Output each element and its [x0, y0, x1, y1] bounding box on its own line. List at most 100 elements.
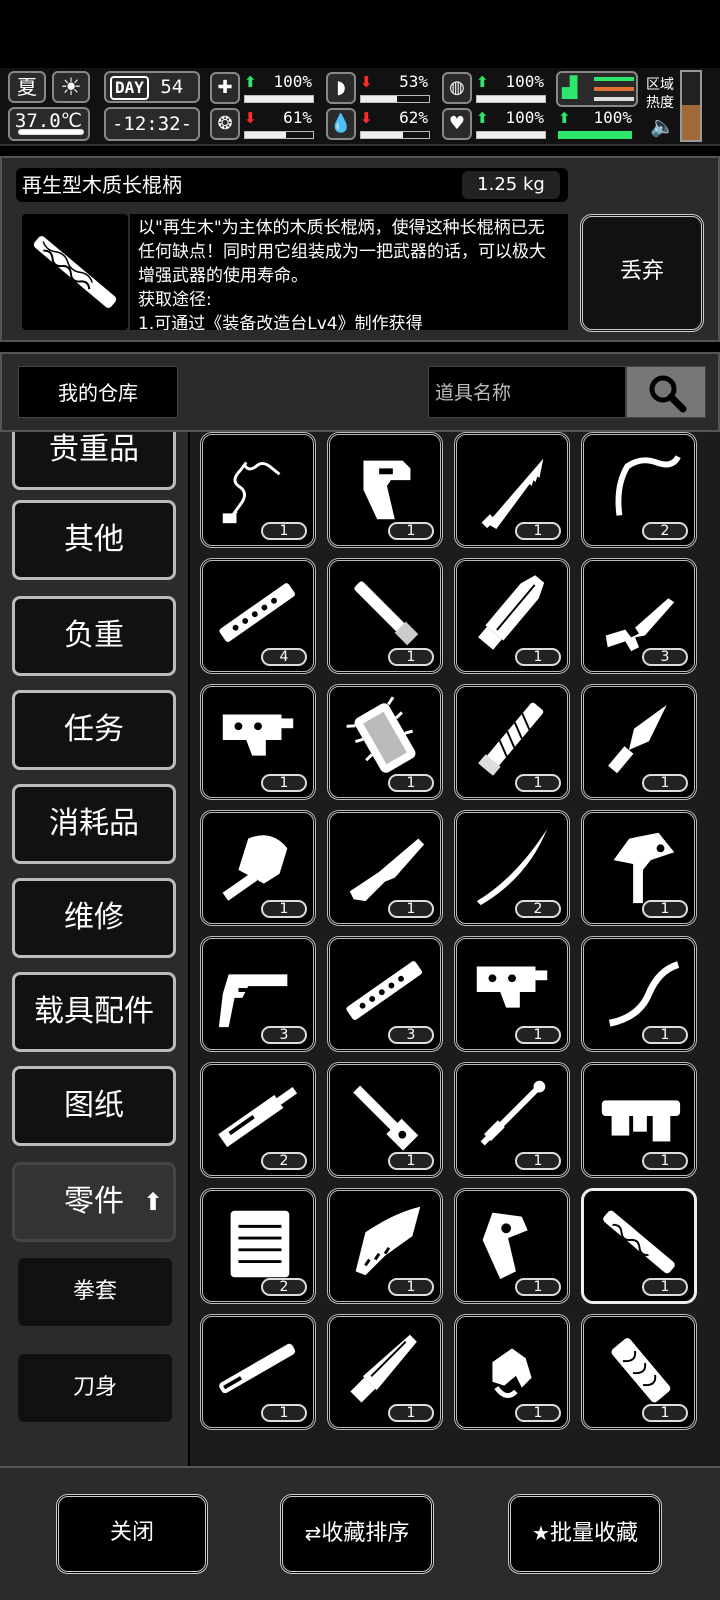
- inventory-slot[interactable]: 1: [200, 810, 316, 926]
- item-source-label: 获取途径:: [138, 290, 212, 310]
- short-pole-icon: [354, 581, 419, 646]
- inventory-slot[interactable]: 1: [454, 1062, 570, 1178]
- category-7[interactable]: 图纸: [12, 1066, 176, 1146]
- category-label: 维修: [64, 900, 124, 935]
- heart-icon: ♥: [442, 108, 472, 140]
- region-heat-bar: [680, 70, 702, 142]
- inventory-slot[interactable]: 3: [327, 936, 443, 1052]
- item-count-badge: 1: [388, 1278, 434, 1296]
- perforated-rail-icon: [346, 961, 422, 1020]
- file-tray-icon: [230, 1210, 290, 1278]
- inventory-slot[interactable]: 1: [200, 684, 316, 800]
- batch-favorite-label: 批量收藏: [549, 1521, 638, 1546]
- inventory-slot[interactable]: 1: [327, 432, 443, 548]
- dagger-blade-icon: [608, 705, 667, 774]
- shotgun-stock-icon: [349, 838, 425, 902]
- inventory-slot[interactable]: 1: [581, 1062, 697, 1178]
- inventory-slot[interactable]: 2: [200, 1062, 316, 1178]
- batch-favorite-button[interactable]: ★批量收藏: [508, 1494, 662, 1574]
- inventory-slot[interactable]: 1: [581, 936, 697, 1052]
- item-preview-image: [22, 214, 128, 330]
- stat-value: 53%: [399, 72, 428, 91]
- category-sidebar: 贵重品其他负重任务消耗品维修载具配件图纸零件 ⬆ 拳套刀身: [0, 432, 188, 1466]
- discard-button[interactable]: 丢弃: [580, 214, 704, 332]
- arrow-down-icon: ⬇: [244, 109, 257, 127]
- item-count-badge: 1: [261, 1404, 307, 1422]
- vital-stat: ◍ ⬆ 100%: [442, 72, 552, 106]
- inventory-slot[interactable]: 2: [581, 432, 697, 548]
- trigger-icon: [492, 1348, 532, 1398]
- item-count-badge: 1: [261, 522, 307, 540]
- inventory-slot[interactable]: 1: [454, 432, 570, 548]
- favorite-sort-button[interactable]: ⇄收藏排序: [280, 1494, 434, 1574]
- stat-value: 100%: [505, 72, 544, 91]
- item-description: 以"再生木"为主体的木质长棍炳，使得这种长棍柄已无任何缺点！同时用它组装成为一把…: [130, 214, 568, 330]
- inventory-slot[interactable]: 1: [327, 558, 443, 674]
- item-count-badge: 1: [642, 774, 688, 792]
- search-input[interactable]: 道具名称: [428, 366, 626, 418]
- thermometer-icon: [18, 129, 84, 135]
- stat-bar: [360, 95, 430, 103]
- inventory-slot[interactable]: 2: [454, 810, 570, 926]
- inventory-slot[interactable]: 1: [200, 432, 316, 548]
- category-4[interactable]: 消耗品: [12, 784, 176, 864]
- inventory-slot[interactable]: 1: [327, 1188, 443, 1304]
- item-count-badge: 1: [515, 1278, 561, 1296]
- rifle-barrel-icon: [218, 1086, 298, 1148]
- inventory-slot[interactable]: 1: [454, 558, 570, 674]
- inventory-slot[interactable]: 1: [327, 1062, 443, 1178]
- item-count-badge: 2: [515, 900, 561, 918]
- category-8[interactable]: 零件 ⬆: [12, 1162, 176, 1242]
- item-count-badge: 1: [388, 1152, 434, 1170]
- category-label: 载具配件: [34, 994, 154, 1029]
- subcategory-1[interactable]: 刀身: [18, 1354, 172, 1422]
- receiver-icon: [222, 714, 294, 756]
- close-button[interactable]: 关闭: [56, 1494, 208, 1574]
- inventory-slot[interactable]: 1: [581, 810, 697, 926]
- inventory-slot[interactable]: 3: [200, 936, 316, 1052]
- inventory-slot[interactable]: 1: [454, 684, 570, 800]
- category-6[interactable]: 载具配件: [12, 972, 176, 1052]
- machete-blade-icon: [350, 1334, 417, 1403]
- item-count-badge: 1: [515, 522, 561, 540]
- inventory-slot[interactable]: 1: [327, 684, 443, 800]
- category-0[interactable]: 贵重品: [12, 432, 176, 490]
- category-3[interactable]: 任务: [12, 690, 176, 770]
- favorite-sort-label: 收藏排序: [321, 1521, 410, 1546]
- inventory-slot[interactable]: 1: [327, 810, 443, 926]
- search-button[interactable]: [626, 366, 706, 418]
- inventory-slot[interactable]: 1: [454, 1188, 570, 1304]
- inventory-slot[interactable]: 1: [581, 1314, 697, 1430]
- inventory-slot[interactable]: 1: [200, 1314, 316, 1430]
- category-2[interactable]: 负重: [12, 596, 176, 676]
- axe-head-icon: [613, 832, 675, 904]
- inventory-slot[interactable]: 1: [581, 1188, 697, 1304]
- day-counter: DAY 54: [104, 71, 200, 103]
- stat-bar: [244, 131, 314, 139]
- arrow-up-icon: ⬆: [476, 73, 489, 91]
- inventory-slot[interactable]: 1: [454, 936, 570, 1052]
- vital-stat: ✚ ⬆ 100%: [210, 72, 320, 106]
- smg-icon: [605, 598, 675, 652]
- stat-value: 62%: [399, 108, 428, 127]
- wooden-staff-handle-icon: [603, 1210, 675, 1274]
- inventory-slot[interactable]: 4: [200, 558, 316, 674]
- warehouse-title: 我的仓库: [18, 366, 178, 418]
- category-5[interactable]: 维修: [12, 878, 176, 958]
- stat-bar: [476, 95, 546, 103]
- arrow-down-icon: ⬇: [360, 109, 373, 127]
- brain-icon: ❂: [210, 108, 240, 140]
- sun-icon: ☀: [52, 71, 90, 103]
- category-1[interactable]: 其他: [12, 500, 176, 580]
- inventory-slot[interactable]: 2: [200, 1188, 316, 1304]
- speaker-icon[interactable]: 🔈: [650, 114, 675, 138]
- subcategory-0[interactable]: 拳套: [18, 1258, 172, 1326]
- item-title-bar: 再生型木质长棍柄 1.25 kg: [16, 168, 568, 202]
- inventory-slot[interactable]: 1: [327, 1314, 443, 1430]
- inventory-slot[interactable]: 1: [581, 684, 697, 800]
- perforated-rail-icon: [219, 583, 295, 642]
- inventory-slot[interactable]: 3: [581, 558, 697, 674]
- stat-bar: [476, 131, 546, 139]
- inventory-slot[interactable]: 1: [454, 1314, 570, 1430]
- item-title: 再生型木质长棍柄: [22, 173, 182, 197]
